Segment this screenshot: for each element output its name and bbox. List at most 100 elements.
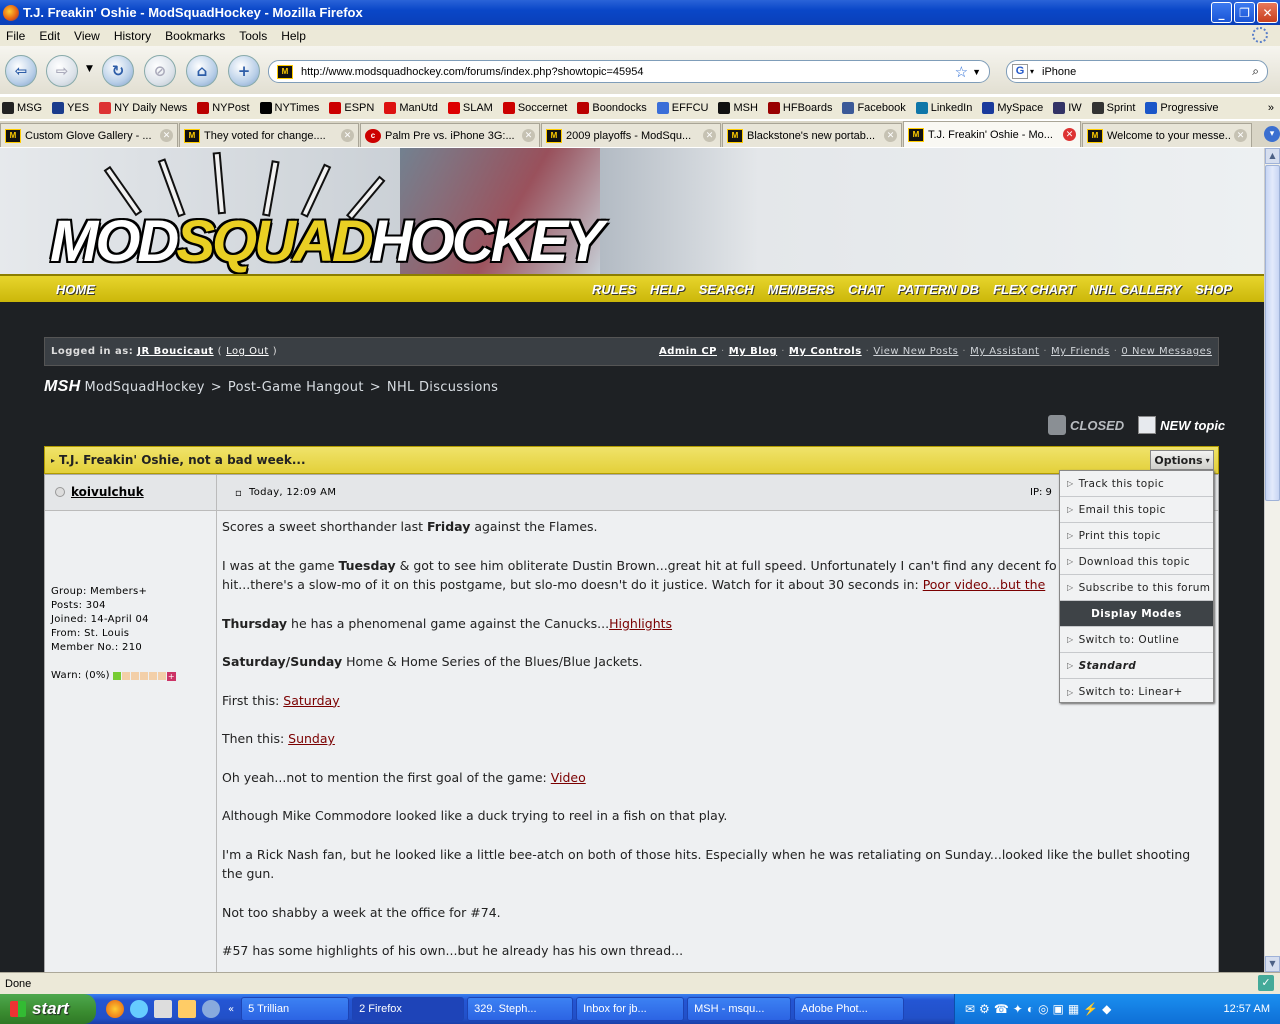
menu-view[interactable]: View: [74, 29, 100, 43]
nav-pattern-db[interactable]: PATTERN DB: [897, 282, 979, 297]
menu-switch-outline[interactable]: ▷ Switch to: Outline: [1060, 627, 1213, 653]
warn-increase-icon[interactable]: +: [166, 671, 176, 681]
bookmark-msh[interactable]: MSH: [716, 102, 758, 114]
menu-edit[interactable]: Edit: [39, 29, 60, 43]
poor-video-link[interactable]: Poor video...but the: [923, 577, 1046, 592]
bookmark-slam[interactable]: SLAM: [446, 102, 493, 114]
bookmark-facebook[interactable]: Facebook: [840, 102, 906, 114]
stop-button[interactable]: ⊘: [144, 55, 176, 87]
tab-close-icon[interactable]: ✕: [160, 129, 173, 142]
user-link[interactable]: JR Boucicaut: [137, 346, 213, 357]
quicklaunch-messenger-icon[interactable]: [130, 1000, 148, 1018]
bookmark-ny-daily-news[interactable]: NY Daily News: [97, 102, 187, 114]
user-link-my-friends[interactable]: My Friends: [1051, 346, 1110, 357]
bookmark-yes[interactable]: YES: [50, 102, 89, 114]
menu-bookmarks[interactable]: Bookmarks: [165, 29, 225, 43]
video-link[interactable]: Video: [551, 770, 586, 785]
new-topic-button[interactable]: NEW topic: [1138, 416, 1225, 434]
nav-shop[interactable]: SHOP: [1195, 282, 1232, 297]
sunday-link[interactable]: Sunday: [288, 731, 335, 746]
close-button[interactable]: ✕: [1257, 2, 1278, 23]
site-logo[interactable]: MODSQUADHOCKEY: [50, 208, 604, 275]
breadcrumb-forum[interactable]: Post-Game Hangout: [228, 380, 364, 395]
bookmark-linkedin[interactable]: LinkedIn: [914, 102, 972, 114]
tab-close-icon[interactable]: ✕: [1234, 129, 1247, 142]
url-bar[interactable]: M http://www.modsquadhockey.com/forums/i…: [268, 60, 990, 83]
logout-link[interactable]: Log Out: [226, 346, 269, 357]
tab-6[interactable]: M Welcome to your messe... ✕: [1082, 123, 1252, 147]
tab-0[interactable]: M Custom Glove Gallery - ... ✕: [0, 123, 178, 147]
tab-2[interactable]: c Palm Pre vs. iPhone 3G:... ✕: [360, 123, 540, 147]
closed-button[interactable]: CLOSED: [1048, 415, 1124, 435]
author-name[interactable]: koivulchuk: [71, 485, 144, 499]
start-button[interactable]: start: [0, 994, 96, 1024]
menu-subscribe-forum[interactable]: ▷ Subscribe to this forum: [1060, 575, 1213, 601]
tab-5[interactable]: M T.J. Freakin' Oshie - Mo... ✕: [903, 121, 1081, 147]
bookmark-sprint[interactable]: Sprint: [1090, 102, 1135, 114]
search-input[interactable]: iPhone: [1042, 66, 1252, 78]
tab-3[interactable]: M 2009 playoffs - ModSqu... ✕: [541, 123, 721, 147]
tab-close-icon[interactable]: ✕: [341, 129, 354, 142]
google-icon[interactable]: G: [1012, 64, 1028, 79]
post-timestamp[interactable]: Today, 12:09 AM: [249, 487, 336, 498]
breadcrumb-subforum[interactable]: NHL Discussions: [387, 380, 498, 395]
search-icon[interactable]: ⌕: [1252, 64, 1259, 79]
tab-close-icon[interactable]: ✕: [1063, 128, 1076, 141]
saturday-link[interactable]: Saturday: [283, 693, 339, 708]
tab-close-icon[interactable]: ✕: [703, 129, 716, 142]
bookmark-star-icon[interactable]: ☆: [955, 63, 968, 81]
menu-help[interactable]: Help: [281, 29, 306, 43]
quicklaunch-app-icon[interactable]: [178, 1000, 196, 1018]
taskbar-item-329[interactable]: 329. Steph...: [467, 997, 574, 1021]
taskbar-trillian[interactable]: 5 Trillian: [241, 997, 350, 1021]
user-link-my-assistant[interactable]: My Assistant: [970, 346, 1039, 357]
new-tab-button[interactable]: +: [228, 55, 260, 87]
user-link-my-controls[interactable]: My Controls: [789, 346, 862, 357]
menu-file[interactable]: File: [6, 29, 25, 43]
scroll-down-icon[interactable]: ▼: [1265, 956, 1280, 972]
forward-button[interactable]: ⇨: [46, 55, 78, 87]
bookmark-espn[interactable]: ESPN: [327, 102, 374, 114]
bookmark-soccernet[interactable]: Soccernet: [501, 102, 567, 114]
reload-button[interactable]: ↻: [102, 55, 134, 87]
bookmark-boondocks[interactable]: Boondocks: [575, 102, 647, 114]
user-link-my-blog[interactable]: My Blog: [729, 346, 778, 357]
user-link-view-new-posts[interactable]: View New Posts: [873, 346, 958, 357]
security-ok-icon[interactable]: ✓: [1258, 975, 1274, 991]
quicklaunch-desktop-icon[interactable]: [154, 1000, 172, 1018]
bookmark-hfboards[interactable]: HFBoards: [766, 102, 832, 114]
bookmark-nytimes[interactable]: NYTimes: [258, 102, 319, 114]
minimize-button[interactable]: _: [1211, 2, 1232, 23]
nav-rules[interactable]: RULES: [592, 282, 636, 297]
menu-download-topic[interactable]: ▷ Download this topic: [1060, 549, 1213, 575]
nav-flex-chart[interactable]: FLEX CHART: [993, 282, 1075, 297]
search-engine-dropdown-icon[interactable]: ▾: [1030, 67, 1034, 76]
back-button[interactable]: ⇦: [5, 55, 37, 87]
bookmark-myspace[interactable]: MySpace: [980, 102, 1043, 114]
post-ip[interactable]: IP: 9: [1030, 487, 1052, 498]
bookmark-msg[interactable]: MSG: [0, 102, 42, 114]
menu-standard-mode[interactable]: ▷ Standard: [1060, 653, 1213, 679]
url-text[interactable]: http://www.modsquadhockey.com/forums/ind…: [301, 66, 955, 78]
tab-close-icon[interactable]: ✕: [884, 129, 897, 142]
nav-home[interactable]: HOME: [56, 282, 95, 297]
menu-switch-linear[interactable]: ▷ Switch to: Linear+: [1060, 679, 1213, 705]
list-all-tabs-icon[interactable]: ▾: [1264, 126, 1280, 142]
home-button[interactable]: ⌂: [186, 55, 218, 87]
quicklaunch-browser-icon[interactable]: [202, 1000, 220, 1018]
nav-search[interactable]: SEARCH: [699, 282, 754, 297]
tab-1[interactable]: M They voted for change.... ✕: [179, 123, 359, 147]
bookmark-progressive[interactable]: Progressive: [1143, 102, 1219, 114]
highlights-link[interactable]: Highlights: [609, 616, 672, 631]
tray-icons[interactable]: ✉⚙☎✦◐◎▣▦⚡◆: [965, 1002, 1115, 1016]
menu-email-topic[interactable]: ▷ Email this topic: [1060, 497, 1213, 523]
clock[interactable]: 12:57 AM: [1224, 1003, 1270, 1015]
scroll-thumb[interactable]: [1265, 165, 1280, 501]
bookmark-effcu[interactable]: EFFCU: [655, 102, 708, 114]
maximize-button[interactable]: ❐: [1234, 2, 1255, 23]
url-dropdown-icon[interactable]: ▼: [972, 67, 981, 77]
menu-print-topic[interactable]: ▷ Print this topic: [1060, 523, 1213, 549]
bookmark-nypost[interactable]: NYPost: [195, 102, 250, 114]
scroll-up-icon[interactable]: ▲: [1265, 148, 1280, 164]
taskbar-inbox[interactable]: Inbox for jb...: [576, 997, 685, 1021]
